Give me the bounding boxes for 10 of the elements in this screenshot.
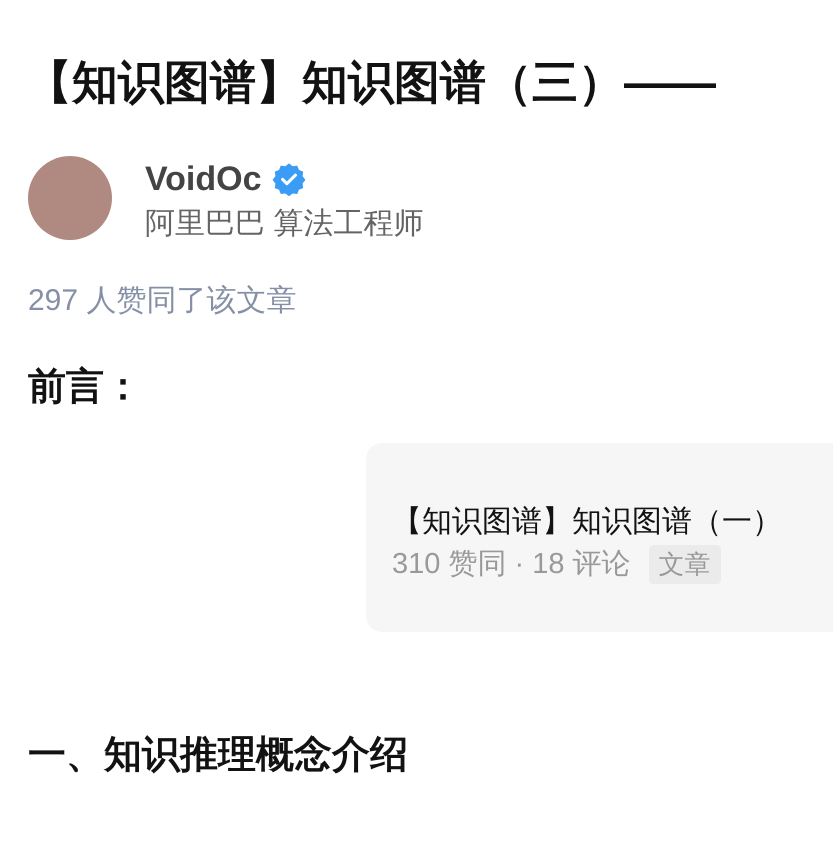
card-meta: 310 赞同 · 18 评论	[392, 546, 631, 582]
author-name[interactable]: VoidOc	[145, 154, 262, 204]
card-tag: 文章	[648, 544, 721, 584]
card-title: 【知识图谱】知识图谱（一）	[392, 504, 782, 540]
upvote-summary: 297 人赞同了该文章	[28, 283, 298, 319]
section-heading: 一、知识推理概念介绍	[28, 733, 408, 778]
article-title: 【知识图谱】知识图谱（三）——	[26, 55, 717, 110]
author-headline: 阿里巴巴 算法工程师	[145, 206, 424, 242]
link-card[interactable]: 【知识图谱】知识图谱（一） 310 赞同 · 18 评论 文章	[366, 443, 833, 632]
section-heading: 前言：	[28, 364, 142, 410]
